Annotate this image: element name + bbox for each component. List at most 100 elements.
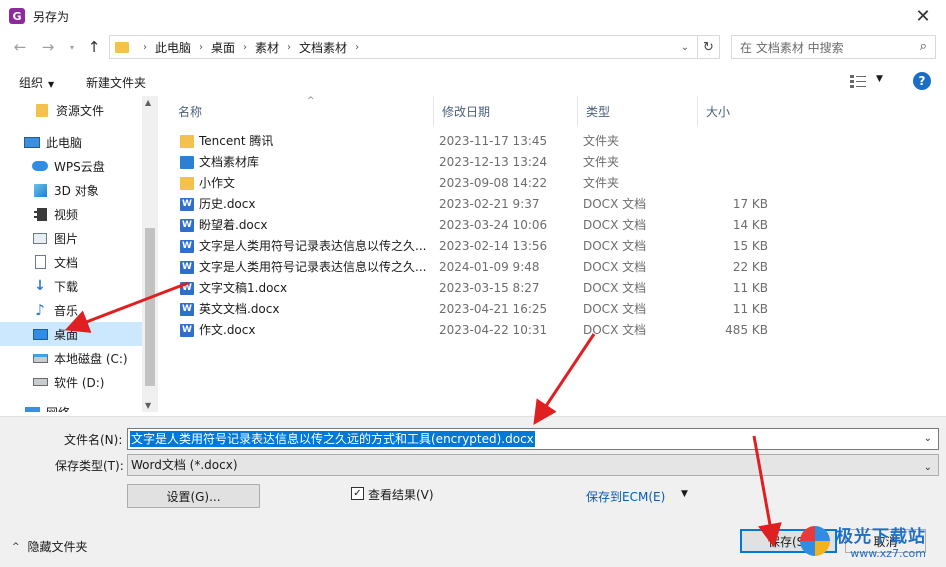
nav-item-pictures[interactable]: 图片	[0, 226, 142, 250]
file-size: 15 KB	[732, 239, 768, 253]
computer-icon	[24, 135, 40, 149]
breadcrumb-item[interactable]: 桌面	[211, 39, 235, 56]
scroll-down-icon[interactable]: ▼	[145, 401, 151, 410]
file-type: DOCX 文档	[583, 197, 647, 211]
forward-arrow-icon[interactable]: →	[38, 37, 58, 57]
drive-icon	[32, 375, 48, 389]
file-row[interactable]: 文档素材库 2023-12-13 13:24 文件夹	[170, 152, 930, 173]
settings-button[interactable]: 设置(G)...	[127, 484, 260, 508]
navigation-row: ← → ▾ ↑ › 此电脑 › 桌面 › 素材 › 文档素材 › ⌄ ↻ 在 文…	[0, 32, 946, 62]
file-name: 英文文档.docx	[199, 302, 280, 316]
desktop-icon	[32, 327, 48, 341]
nav-item-videos[interactable]: 视频	[0, 202, 142, 226]
organize-label: 组织	[19, 76, 44, 90]
chevron-down-icon[interactable]: ⌄	[924, 458, 932, 478]
document-icon	[32, 255, 48, 269]
search-icon[interactable]: ⌕	[920, 39, 927, 54]
chevron-right-icon[interactable]: ›	[143, 42, 147, 53]
file-row[interactable]: W 英文文档.docx 2023-04-21 16:25 DOCX 文档 11 …	[170, 299, 930, 320]
file-list: 名称 ^ 修改日期 类型 大小 Tencent 腾讯 2023-11-17 13…	[162, 96, 946, 412]
nav-item-documents[interactable]: 文档	[0, 250, 142, 274]
breadcrumb-item[interactable]: 文档素材	[299, 39, 347, 56]
file-row[interactable]: W 文字文稿1.docx 2023-03-15 8:27 DOCX 文档 11 …	[170, 278, 930, 299]
up-arrow-icon[interactable]: ↑	[84, 37, 104, 57]
file-row[interactable]: W 文字是人类用符号记录表达信息以传之久... 2024-01-09 9:48 …	[170, 257, 930, 278]
nav-item-local-disk-c[interactable]: 本地磁盘 (C:)	[0, 346, 142, 370]
column-header-size[interactable]: 大小	[698, 96, 778, 126]
chevron-right-icon[interactable]: ›	[243, 42, 247, 53]
column-header-name[interactable]: 名称 ^	[170, 96, 434, 126]
chevron-right-icon[interactable]: ›	[287, 42, 291, 53]
nav-item-resources[interactable]: 资源文件	[0, 98, 142, 122]
chevron-down-icon[interactable]: ⌄	[924, 433, 932, 444]
nav-item-label: 本地磁盘 (C:)	[54, 351, 128, 366]
word-document-icon: W	[180, 303, 194, 316]
file-size: 17 KB	[732, 197, 768, 211]
close-button[interactable]: ✕	[900, 0, 946, 32]
file-type: DOCX 文档	[583, 323, 647, 337]
new-folder-button[interactable]: 新建文件夹	[86, 74, 146, 91]
chevron-right-icon[interactable]: ›	[199, 42, 203, 53]
column-header-date[interactable]: 修改日期	[434, 96, 578, 126]
organize-button[interactable]: 组织 ▼	[19, 74, 54, 91]
filename-input[interactable]: 文字是人类用符号记录表达信息以传之久远的方式和工具(encrypted).doc…	[127, 428, 939, 450]
file-name: 文字文稿1.docx	[199, 281, 288, 295]
file-date: 2023-12-13 13:24	[439, 155, 548, 169]
nav-item-downloads[interactable]: ↓ 下载	[0, 274, 142, 298]
nav-item-label: 此电脑	[46, 135, 83, 150]
file-row[interactable]: W 作文.docx 2023-04-22 10:31 DOCX 文档 485 K…	[170, 320, 930, 341]
file-row[interactable]: 小作文 2023-09-08 14:22 文件夹	[170, 173, 930, 194]
nav-item-software-d[interactable]: 软件 (D:)	[0, 370, 142, 394]
refresh-icon[interactable]: ↻	[697, 36, 719, 58]
breadcrumb-item[interactable]: 此电脑	[155, 39, 191, 56]
file-date: 2024-01-09 9:48	[439, 260, 540, 274]
nav-item-3d-objects[interactable]: 3D 对象	[0, 178, 142, 202]
scroll-up-icon[interactable]: ▲	[145, 98, 151, 107]
nav-item-desktop[interactable]: 桌面	[0, 322, 142, 346]
file-row[interactable]: Tencent 腾讯 2023-11-17 13:45 文件夹	[170, 131, 930, 152]
file-type: DOCX 文档	[583, 281, 647, 295]
nav-item-label: 网络	[46, 404, 70, 413]
file-type-select[interactable]: Word文档 (*.docx) ⌄	[127, 454, 939, 476]
column-name-label: 名称	[178, 104, 203, 119]
hide-folders-label: 隐藏文件夹	[27, 540, 88, 554]
recent-dropdown-icon[interactable]: ▾	[62, 37, 82, 57]
nav-item-label: WPS云盘	[54, 159, 105, 174]
nav-item-wps-cloud[interactable]: WPS云盘	[0, 154, 142, 178]
file-date: 2023-09-08 14:22	[439, 176, 548, 190]
view-result-checkbox[interactable]: ✓	[351, 487, 364, 500]
file-size: 14 KB	[732, 218, 768, 232]
address-bar[interactable]: › 此电脑 › 桌面 › 素材 › 文档素材 › ⌄ ↻	[109, 35, 720, 59]
file-row[interactable]: W 历史.docx 2023-02-21 9:37 DOCX 文档 17 KB	[170, 194, 930, 215]
view-dropdown-icon[interactable]: ▼	[876, 74, 883, 84]
file-type-value: Word文档 (*.docx)	[131, 458, 238, 472]
file-type: DOCX 文档	[583, 239, 647, 253]
nav-pane-scrollbar[interactable]: ▲ ▼	[142, 96, 158, 412]
nav-item-network[interactable]: 网络	[0, 400, 142, 412]
view-options-icon[interactable]	[850, 74, 866, 88]
column-header-type[interactable]: 类型	[578, 96, 698, 126]
breadcrumb-item[interactable]: 素材	[255, 39, 279, 56]
nav-item-this-pc[interactable]: 此电脑	[0, 130, 142, 154]
view-result-label[interactable]: 查看结果(V)	[368, 486, 434, 503]
address-dropdown-icon[interactable]: ⌄	[675, 36, 695, 58]
folder-icon	[180, 135, 194, 148]
chevron-right-icon[interactable]: ›	[355, 42, 359, 53]
file-name: Tencent 腾讯	[199, 134, 274, 148]
file-type-label: 保存类型(T):	[55, 459, 124, 473]
scrollbar-thumb[interactable]	[145, 228, 155, 386]
help-icon[interactable]: ?	[913, 72, 931, 90]
search-input[interactable]: 在 文档素材 中搜索 ⌕	[731, 35, 936, 59]
file-row[interactable]: W 文字是人类用符号记录表达信息以传之久... 2023-02-14 13:56…	[170, 236, 930, 257]
file-row[interactable]: W 盼望着.docx 2023-03-24 10:06 DOCX 文档 14 K…	[170, 215, 930, 236]
file-date: 2023-03-24 10:06	[439, 218, 548, 232]
watermark-url: www.xz7.com	[850, 546, 926, 560]
ecm-dropdown-icon[interactable]: ▼	[681, 489, 688, 499]
nav-item-music[interactable]: ♪ 音乐	[0, 298, 142, 322]
back-arrow-icon[interactable]: ←	[10, 37, 30, 57]
nav-item-label: 下载	[54, 279, 79, 294]
hide-folders-toggle[interactable]: ^ 隐藏文件夹	[12, 538, 88, 555]
chevron-up-icon: ^	[12, 541, 20, 552]
nav-item-label: 音乐	[54, 303, 79, 318]
save-to-ecm-link[interactable]: 保存到ECM(E)	[586, 488, 665, 505]
